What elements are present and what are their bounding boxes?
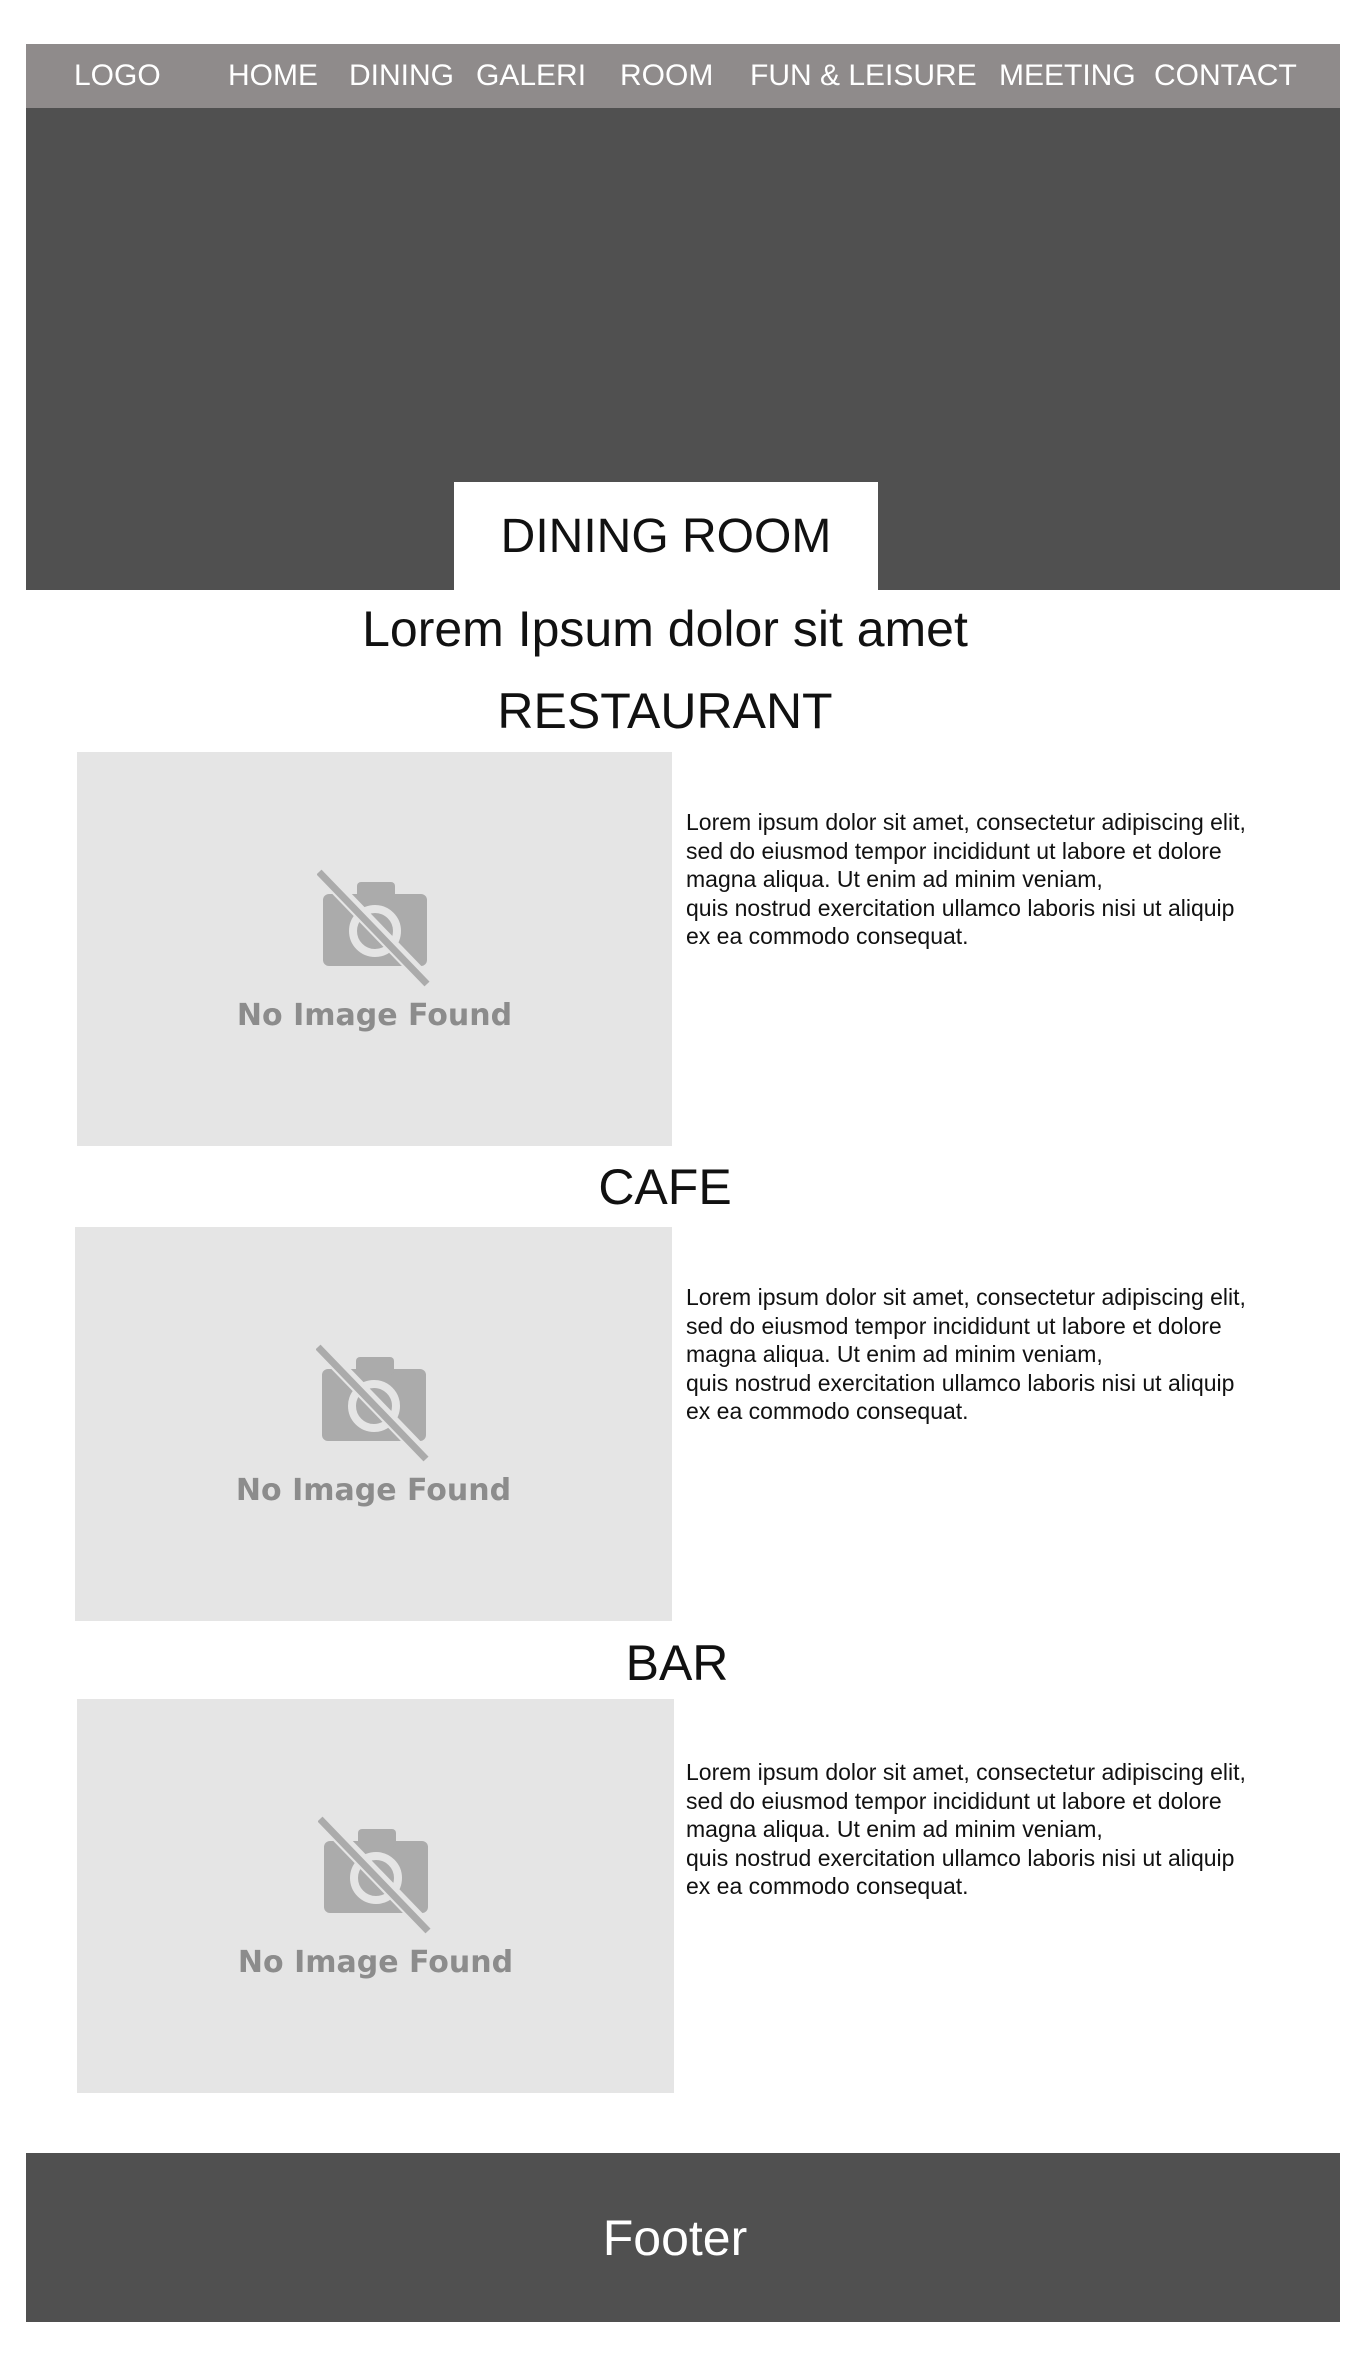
footer: Footer xyxy=(26,2153,1340,2322)
logo[interactable]: LOGO xyxy=(74,44,161,108)
description-line: magna aliqua. Ut enim ad minim veniam, xyxy=(686,1341,1103,1368)
description-line: ex ea commodo consequat. xyxy=(686,1398,969,1425)
description-line: ex ea commodo consequat. xyxy=(686,1873,969,1900)
no-image-label: No Image Found xyxy=(235,1473,512,1508)
nav-item-room[interactable]: ROOM xyxy=(620,44,713,108)
no-image-label: No Image Found xyxy=(237,1945,514,1980)
nav-item-fun-leisure[interactable]: FUN & LEISURE xyxy=(750,44,977,108)
page-subtitle: Lorem Ipsum dolor sit amet xyxy=(362,601,968,657)
section-heading-cafe: CAFE xyxy=(598,1159,732,1215)
nav-item-dining[interactable]: DINING xyxy=(349,44,454,108)
description-line: sed do eiusmod tempor incididunt ut labo… xyxy=(686,1787,1222,1814)
description-line: quis nostrud exercitation ullamco labori… xyxy=(686,1369,1235,1396)
footer-text: Footer xyxy=(602,2209,748,2266)
hero-title-box: DINING ROOM xyxy=(454,482,878,590)
nav-item-meeting[interactable]: MEETING xyxy=(999,44,1136,108)
description-line: magna aliqua. Ut enim ad minim veniam, xyxy=(686,866,1103,893)
cafe-description: Lorem ipsum dolor sit amet, consectetur … xyxy=(686,1283,1286,1426)
no-image-indicator: No Image Found xyxy=(77,1815,674,1980)
hero-banner: DINING ROOM xyxy=(26,108,1340,590)
no-image-camera-icon xyxy=(317,1815,434,1935)
description-line: sed do eiusmod tempor incididunt ut labo… xyxy=(686,837,1222,864)
nav-item-galeri[interactable]: GALERI xyxy=(476,44,586,108)
section-heading-bar: BAR xyxy=(625,1635,729,1691)
description-line: Lorem ipsum dolor sit amet, consectetur … xyxy=(686,1284,1246,1310)
description-line: Lorem ipsum dolor sit amet, consectetur … xyxy=(686,1759,1246,1785)
description-line: magna aliqua. Ut enim ad minim veniam, xyxy=(686,1816,1103,1843)
nav-item-contact[interactable]: CONTACT xyxy=(1154,44,1297,108)
no-image-camera-icon xyxy=(315,1343,432,1463)
restaurant-image-placeholder: No Image Found xyxy=(77,752,672,1146)
bar-image-placeholder: No Image Found xyxy=(77,1699,674,2093)
top-navigation-bar: LOGO HOME DINING GALERI ROOM FUN & LEISU… xyxy=(26,44,1340,108)
description-line: quis nostrud exercitation ullamco labori… xyxy=(686,1844,1235,1871)
bar-description: Lorem ipsum dolor sit amet, consectetur … xyxy=(686,1758,1286,1901)
no-image-label: No Image Found xyxy=(236,998,513,1033)
section-heading-restaurant: RESTAURANT xyxy=(497,683,833,739)
no-image-camera-icon xyxy=(316,868,433,988)
description-line: ex ea commodo consequat. xyxy=(686,923,969,950)
description-line: sed do eiusmod tempor incididunt ut labo… xyxy=(686,1312,1222,1339)
hero-title: DINING ROOM xyxy=(500,509,832,563)
no-image-indicator: No Image Found xyxy=(75,1343,672,1508)
nav-item-home[interactable]: HOME xyxy=(228,44,318,108)
description-line: Lorem ipsum dolor sit amet, consectetur … xyxy=(686,809,1246,835)
no-image-indicator: No Image Found xyxy=(77,868,672,1033)
cafe-image-placeholder: No Image Found xyxy=(75,1227,672,1621)
restaurant-description: Lorem ipsum dolor sit amet, consectetur … xyxy=(686,808,1286,951)
description-line: quis nostrud exercitation ullamco labori… xyxy=(686,894,1235,921)
